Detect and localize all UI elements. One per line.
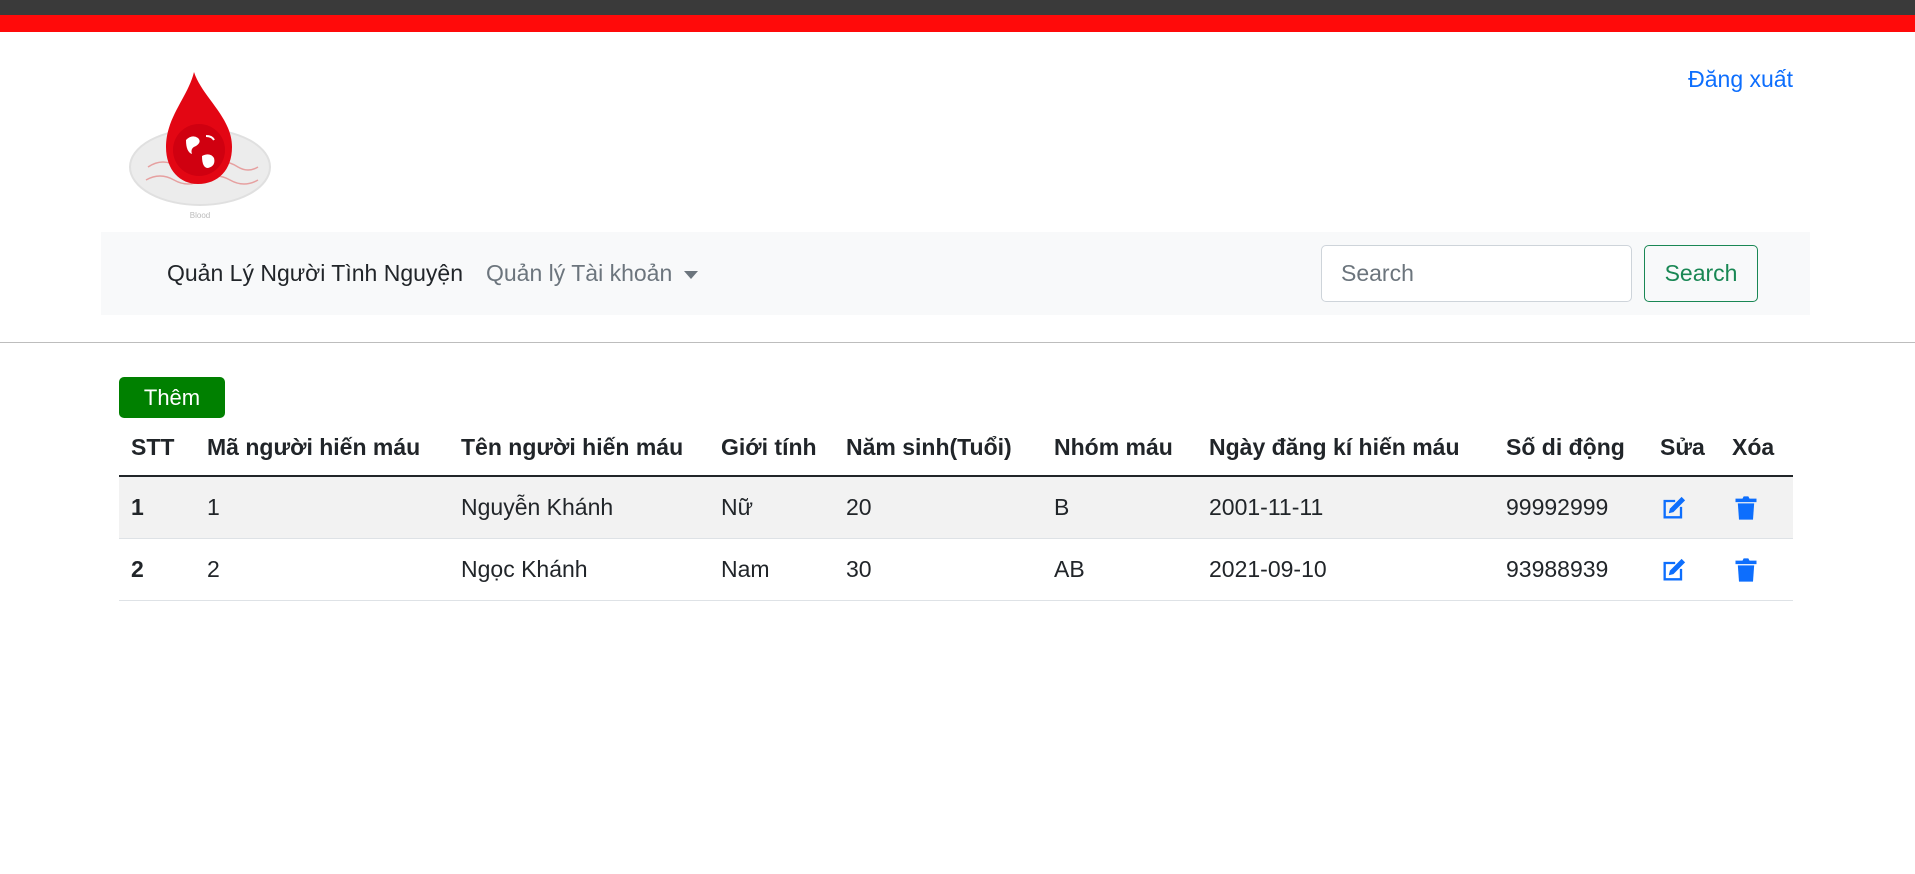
cell-donor-id: 2: [195, 538, 449, 601]
cell-donor-name: Ngọc Khánh: [449, 538, 709, 601]
cell-donor-name: Nguyễn Khánh: [449, 476, 709, 539]
trash-icon[interactable]: [1732, 494, 1760, 522]
cell-phone: 93988939: [1494, 538, 1648, 601]
cell-birth-year: 30: [834, 538, 1042, 601]
account-management-dropdown[interactable]: Quản lý Tài khoản: [486, 260, 699, 287]
cell-birth-year: 20: [834, 476, 1042, 539]
top-red-strip: [0, 15, 1915, 32]
cell-edit: [1648, 538, 1720, 601]
nav-brand-volunteers[interactable]: Quản Lý Người Tình Nguyện: [167, 260, 463, 287]
cell-register-date: 2021-09-10: [1197, 538, 1494, 601]
cell-phone: 99992999: [1494, 476, 1648, 539]
cell-blood-type: B: [1042, 476, 1197, 539]
col-delete: Xóa: [1720, 420, 1793, 477]
cell-gender: Nữ: [709, 476, 834, 539]
table-header-row: STT Mã người hiến máu Tên người hiến máu…: [119, 420, 1793, 477]
col-phone: Số di động: [1494, 420, 1648, 477]
cell-stt: 2: [119, 538, 195, 601]
col-gender: Giới tính: [709, 420, 834, 477]
cell-blood-type: AB: [1042, 538, 1197, 601]
top-dark-strip: [0, 0, 1915, 15]
trash-icon[interactable]: [1732, 556, 1760, 584]
cell-stt: 1: [119, 476, 195, 539]
search-button[interactable]: Search: [1644, 245, 1758, 302]
edit-icon[interactable]: [1660, 494, 1688, 522]
col-stt: STT: [119, 420, 195, 477]
cell-edit: [1648, 476, 1720, 539]
add-button[interactable]: Thêm: [119, 377, 225, 418]
svg-text:Blood: Blood: [190, 211, 210, 220]
donor-table: STT Mã người hiến máu Tên người hiến máu…: [119, 420, 1793, 601]
search-input[interactable]: [1321, 245, 1632, 302]
col-birth-year: Năm sinh(Tuổi): [834, 420, 1042, 477]
caret-down-icon: [684, 270, 699, 279]
cell-gender: Nam: [709, 538, 834, 601]
table-row: 1 1 Nguyễn Khánh Nữ 20 B 2001-11-11 9999…: [119, 476, 1793, 539]
logout-link[interactable]: Đăng xuất: [1688, 66, 1793, 93]
divider: [0, 342, 1915, 343]
col-blood-type: Nhóm máu: [1042, 420, 1197, 477]
edit-icon[interactable]: [1660, 556, 1688, 584]
col-register-date: Ngày đăng kí hiến máu: [1197, 420, 1494, 477]
col-donor-id: Mã người hiến máu: [195, 420, 449, 477]
col-donor-name: Tên người hiến máu: [449, 420, 709, 477]
cell-register-date: 2001-11-11: [1197, 476, 1494, 539]
navbar: Quản Lý Người Tình Nguyện Quản lý Tài kh…: [101, 232, 1810, 315]
cell-donor-id: 1: [195, 476, 449, 539]
cell-delete: [1720, 476, 1793, 539]
cell-delete: [1720, 538, 1793, 601]
blood-drop-logo: Blood: [129, 72, 271, 220]
col-edit: Sửa: [1648, 420, 1720, 477]
table-row: 2 2 Ngọc Khánh Nam 30 AB 2021-09-10 9398…: [119, 538, 1793, 601]
account-management-label: Quản lý Tài khoản: [486, 260, 673, 286]
